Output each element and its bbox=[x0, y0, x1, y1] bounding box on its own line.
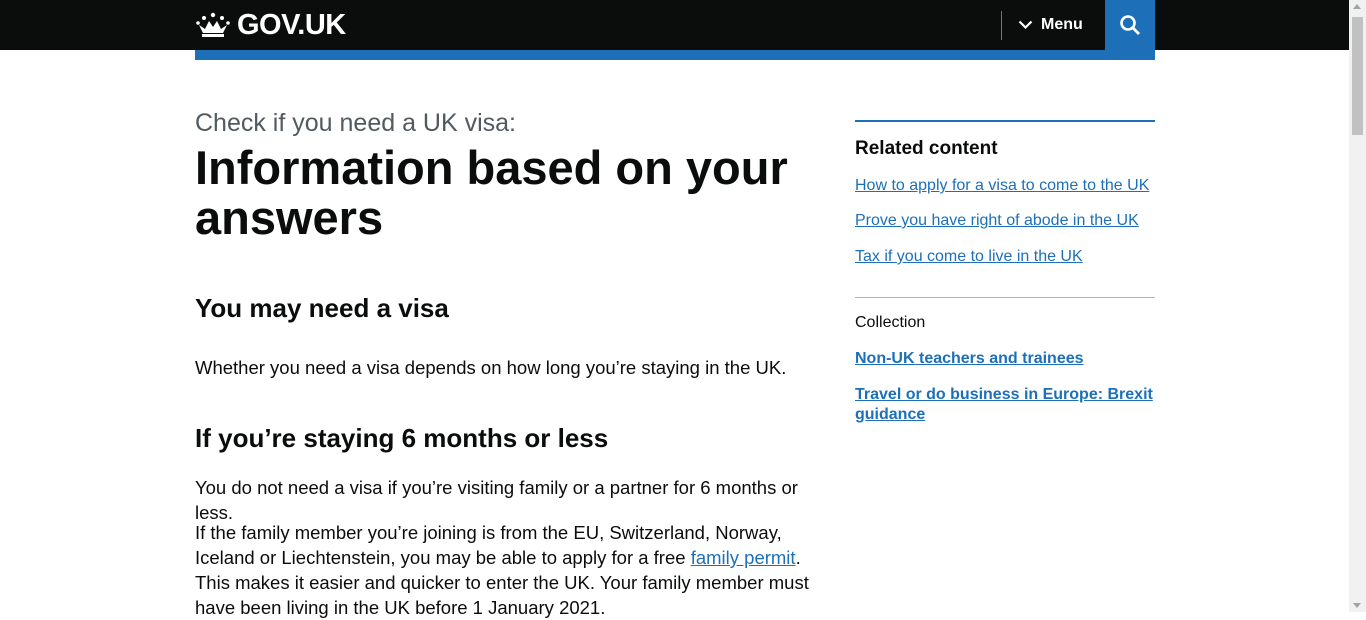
page-caption: Check if you need a UK visa: bbox=[195, 109, 516, 137]
collection-label: Collection bbox=[855, 314, 926, 331]
section-paragraph-2: If the family member you’re joining is f… bbox=[195, 520, 835, 620]
crown-icon bbox=[196, 12, 230, 37]
related-content-heading: Related content bbox=[855, 138, 998, 159]
related-link-tax[interactable]: Tax if you come to live in the UK bbox=[855, 248, 1083, 266]
related-link-apply-visa[interactable]: How to apply for a visa to come to the U… bbox=[855, 177, 1149, 195]
related-content-top-border bbox=[855, 120, 1155, 122]
section-heading-visa: You may need a visa bbox=[195, 293, 449, 323]
section-paragraph-1: You do not need a visa if you’re visitin… bbox=[195, 477, 798, 523]
collection-link-brexit[interactable]: Travel or do business in Europe: Brexit … bbox=[855, 385, 1155, 425]
page-title: Information based on your answers bbox=[195, 141, 788, 244]
govuk-logo-link[interactable]: GOV.UK bbox=[195, 9, 346, 41]
section-heading-6-months: If you’re staying 6 months or less bbox=[195, 423, 609, 453]
scroll-up-arrow-icon[interactable] bbox=[1353, 4, 1361, 9]
site-header: GOV.UK Menu bbox=[0, 0, 1349, 50]
sidebar-divider bbox=[855, 297, 1155, 298]
vertical-scrollbar[interactable] bbox=[1349, 0, 1366, 612]
search-icon bbox=[1120, 15, 1140, 35]
search-button[interactable] bbox=[1105, 0, 1155, 50]
family-permit-link[interactable]: family permit bbox=[691, 547, 796, 568]
chevron-down-icon bbox=[1018, 20, 1033, 30]
header-divider bbox=[1001, 11, 1002, 40]
scroll-down-arrow-icon[interactable] bbox=[1353, 603, 1361, 608]
menu-label: Menu bbox=[1041, 16, 1083, 33]
section-body-visa: Whether you need a visa depends on how l… bbox=[195, 357, 787, 378]
menu-button[interactable]: Menu bbox=[1018, 0, 1083, 50]
related-link-right-of-abode[interactable]: Prove you have right of abode in the UK bbox=[855, 212, 1139, 230]
scrollbar-thumb[interactable] bbox=[1352, 17, 1363, 135]
logo-text: GOV.UK bbox=[237, 8, 346, 41]
header-accent-bar bbox=[195, 50, 1155, 60]
collection-link-teachers[interactable]: Non-UK teachers and trainees bbox=[855, 349, 1155, 369]
